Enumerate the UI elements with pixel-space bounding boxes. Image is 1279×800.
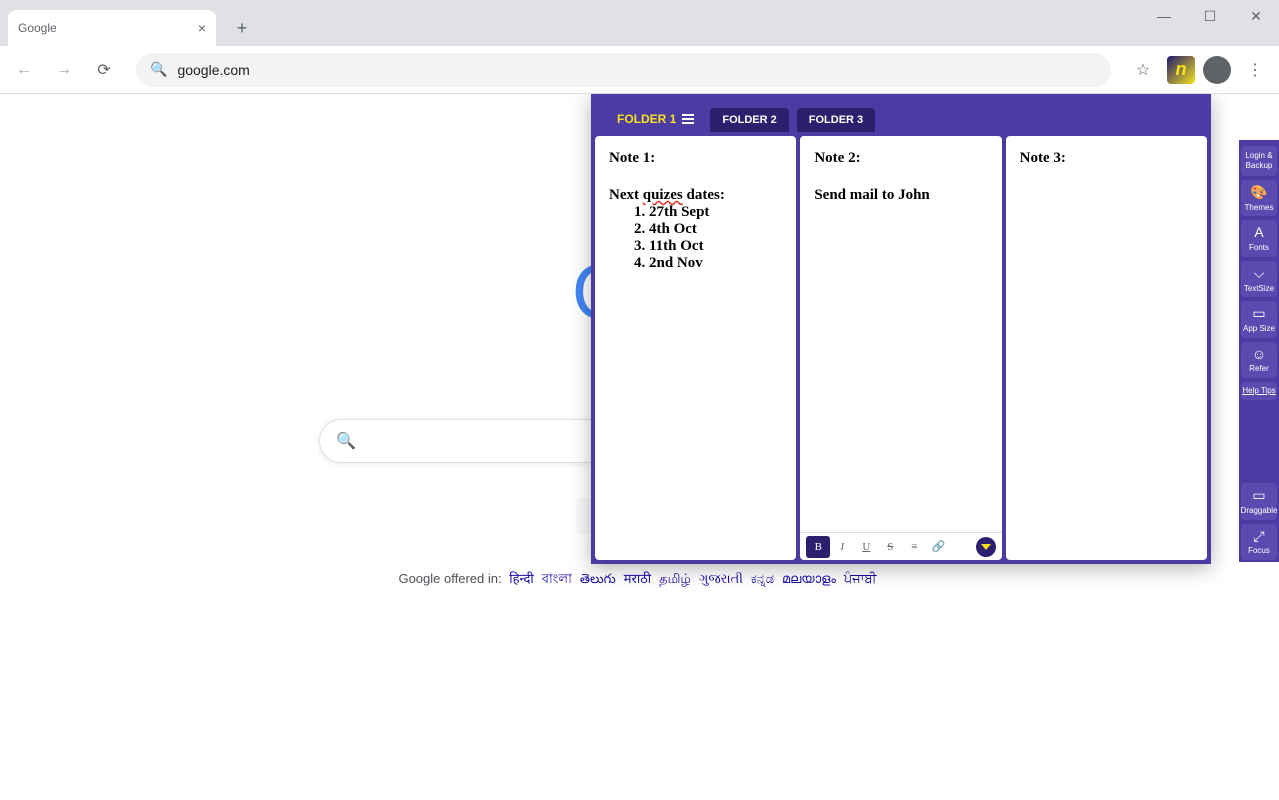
new-tab-button[interactable]: +	[228, 14, 256, 42]
language-link[interactable]: मराठी	[624, 571, 651, 586]
url-input-wrapper[interactable]: 🔍	[136, 53, 1111, 87]
close-window-button[interactable]: ✕	[1233, 0, 1279, 32]
note-column-2[interactable]: Note 2: Send mail to John B I U S ≡ 🔗	[800, 136, 1001, 560]
notes-extension-icon[interactable]: n	[1167, 56, 1195, 84]
rail-fonts-button[interactable]: AFonts	[1241, 220, 1277, 256]
rail-draggable-button[interactable]: ▭Draggable	[1241, 483, 1277, 519]
language-link[interactable]: മലയാളം	[782, 571, 836, 586]
notes-body: Note 1: Next quizes dates: 27th Sept4th …	[591, 132, 1211, 564]
language-link[interactable]: ગુજરાતી	[699, 571, 743, 586]
language-link[interactable]: తెలుగు	[580, 571, 616, 586]
strike-button[interactable]: S	[878, 536, 902, 558]
folder-tab-3[interactable]: FOLDER 3	[797, 108, 875, 132]
note-heading: Next quizes dates:	[609, 187, 782, 204]
tab-title: Google	[18, 21, 57, 35]
bookmark-button[interactable]: ☆	[1127, 54, 1159, 86]
note-editor[interactable]: Note 2: Send mail to John	[800, 136, 1001, 532]
chrome-menu-button[interactable]: ⋮	[1239, 54, 1271, 86]
profile-button[interactable]	[1203, 56, 1231, 84]
note-toolbar: B I U S ≡ 🔗	[800, 532, 1001, 560]
note-title: Note 1:	[609, 150, 782, 167]
search-icon: 🔍	[150, 61, 167, 78]
rail-appsize-button[interactable]: ▭App Size	[1241, 301, 1277, 337]
language-row: Google offered in: हिन्दी বাংলা తెలుగు मराठ…	[0, 569, 1279, 591]
toolbar-more-button[interactable]	[976, 537, 996, 557]
list-item: 27th Sept	[649, 204, 782, 221]
rail-textsize-button[interactable]: ⌵TextSize	[1241, 261, 1277, 297]
extension-side-rail: Login & Backup 🎨Themes AFonts ⌵TextSize …	[1239, 140, 1279, 562]
tab-close-icon[interactable]: ×	[198, 20, 206, 36]
hamburger-icon[interactable]	[682, 114, 694, 124]
folder-tab-label: FOLDER 1	[617, 112, 676, 126]
palette-icon: 🎨	[1250, 184, 1267, 201]
smile-icon: ☺	[1252, 346, 1266, 363]
back-button[interactable]: ←	[8, 54, 40, 86]
search-icon: 🔍	[336, 431, 356, 451]
page-content: Goo 🔍 Google Search Google offered in: ह…	[0, 94, 1279, 800]
language-link[interactable]: தமிழ்	[659, 571, 691, 586]
expand-icon: ⤢	[1253, 528, 1264, 545]
drag-icon: ▭	[1252, 487, 1265, 504]
list-item: 4th Oct	[649, 221, 782, 238]
list-item: 2nd Nov	[649, 255, 782, 272]
language-link[interactable]: हिन्दी	[509, 571, 534, 586]
rail-themes-button[interactable]: 🎨Themes	[1241, 180, 1277, 216]
italic-button[interactable]: I	[830, 536, 854, 558]
bold-button[interactable]: B	[806, 536, 830, 558]
note-editor[interactable]: Note 1: Next quizes dates: 27th Sept4th …	[595, 136, 796, 560]
offered-in-label: Google offered in:	[398, 571, 501, 586]
folder-tab-1[interactable]: FOLDER 1	[609, 106, 702, 132]
rail-help-button[interactable]: Help Tips	[1241, 382, 1277, 400]
language-link[interactable]: বাংলা	[542, 571, 572, 586]
url-input[interactable]	[177, 62, 1097, 78]
browser-tab-strip: Google × + — ☐ ✕	[0, 0, 1279, 46]
maximize-button[interactable]: ☐	[1187, 0, 1233, 32]
note-editor[interactable]: Note 3:	[1006, 136, 1207, 560]
notes-panel: FOLDER 1 FOLDER 2 FOLDER 3 Note 1: Next …	[591, 94, 1211, 564]
list-button[interactable]: ≡	[902, 536, 926, 558]
note-title: Note 3:	[1020, 150, 1193, 167]
forward-button[interactable]: →	[48, 54, 80, 86]
underline-button[interactable]: U	[854, 536, 878, 558]
font-icon: A	[1254, 224, 1263, 241]
minimize-button[interactable]: —	[1141, 0, 1187, 32]
rail-focus-button[interactable]: ⤢Focus	[1241, 524, 1277, 560]
note-body: Send mail to John	[814, 187, 987, 204]
folder-tab-2[interactable]: FOLDER 2	[710, 108, 788, 132]
note-column-3[interactable]: Note 3:	[1006, 136, 1207, 560]
note-column-1[interactable]: Note 1: Next quizes dates: 27th Sept4th …	[595, 136, 796, 560]
reload-button[interactable]: ⟳	[88, 54, 120, 86]
textsize-icon: ⌵	[1254, 265, 1265, 282]
language-link[interactable]: ਪੰਜਾਬੀ	[844, 571, 877, 586]
rail-login-button[interactable]: Login & Backup	[1241, 146, 1277, 176]
note-title: Note 2:	[814, 150, 987, 167]
appsize-icon: ▭	[1252, 305, 1265, 322]
note-list: 27th Sept4th Oct11th Oct2nd Nov	[649, 204, 782, 272]
link-button[interactable]: 🔗	[926, 536, 950, 558]
language-link[interactable]: ಕನ್ನಡ	[751, 571, 774, 586]
address-bar: ← → ⟳ 🔍 ☆ n ⋮	[0, 46, 1279, 94]
list-item: 11th Oct	[649, 238, 782, 255]
window-controls: — ☐ ✕	[1141, 0, 1279, 32]
browser-tab[interactable]: Google ×	[8, 10, 216, 46]
folder-tabs: FOLDER 1 FOLDER 2 FOLDER 3	[591, 94, 1211, 132]
rail-refer-button[interactable]: ☺Refer	[1241, 342, 1277, 378]
